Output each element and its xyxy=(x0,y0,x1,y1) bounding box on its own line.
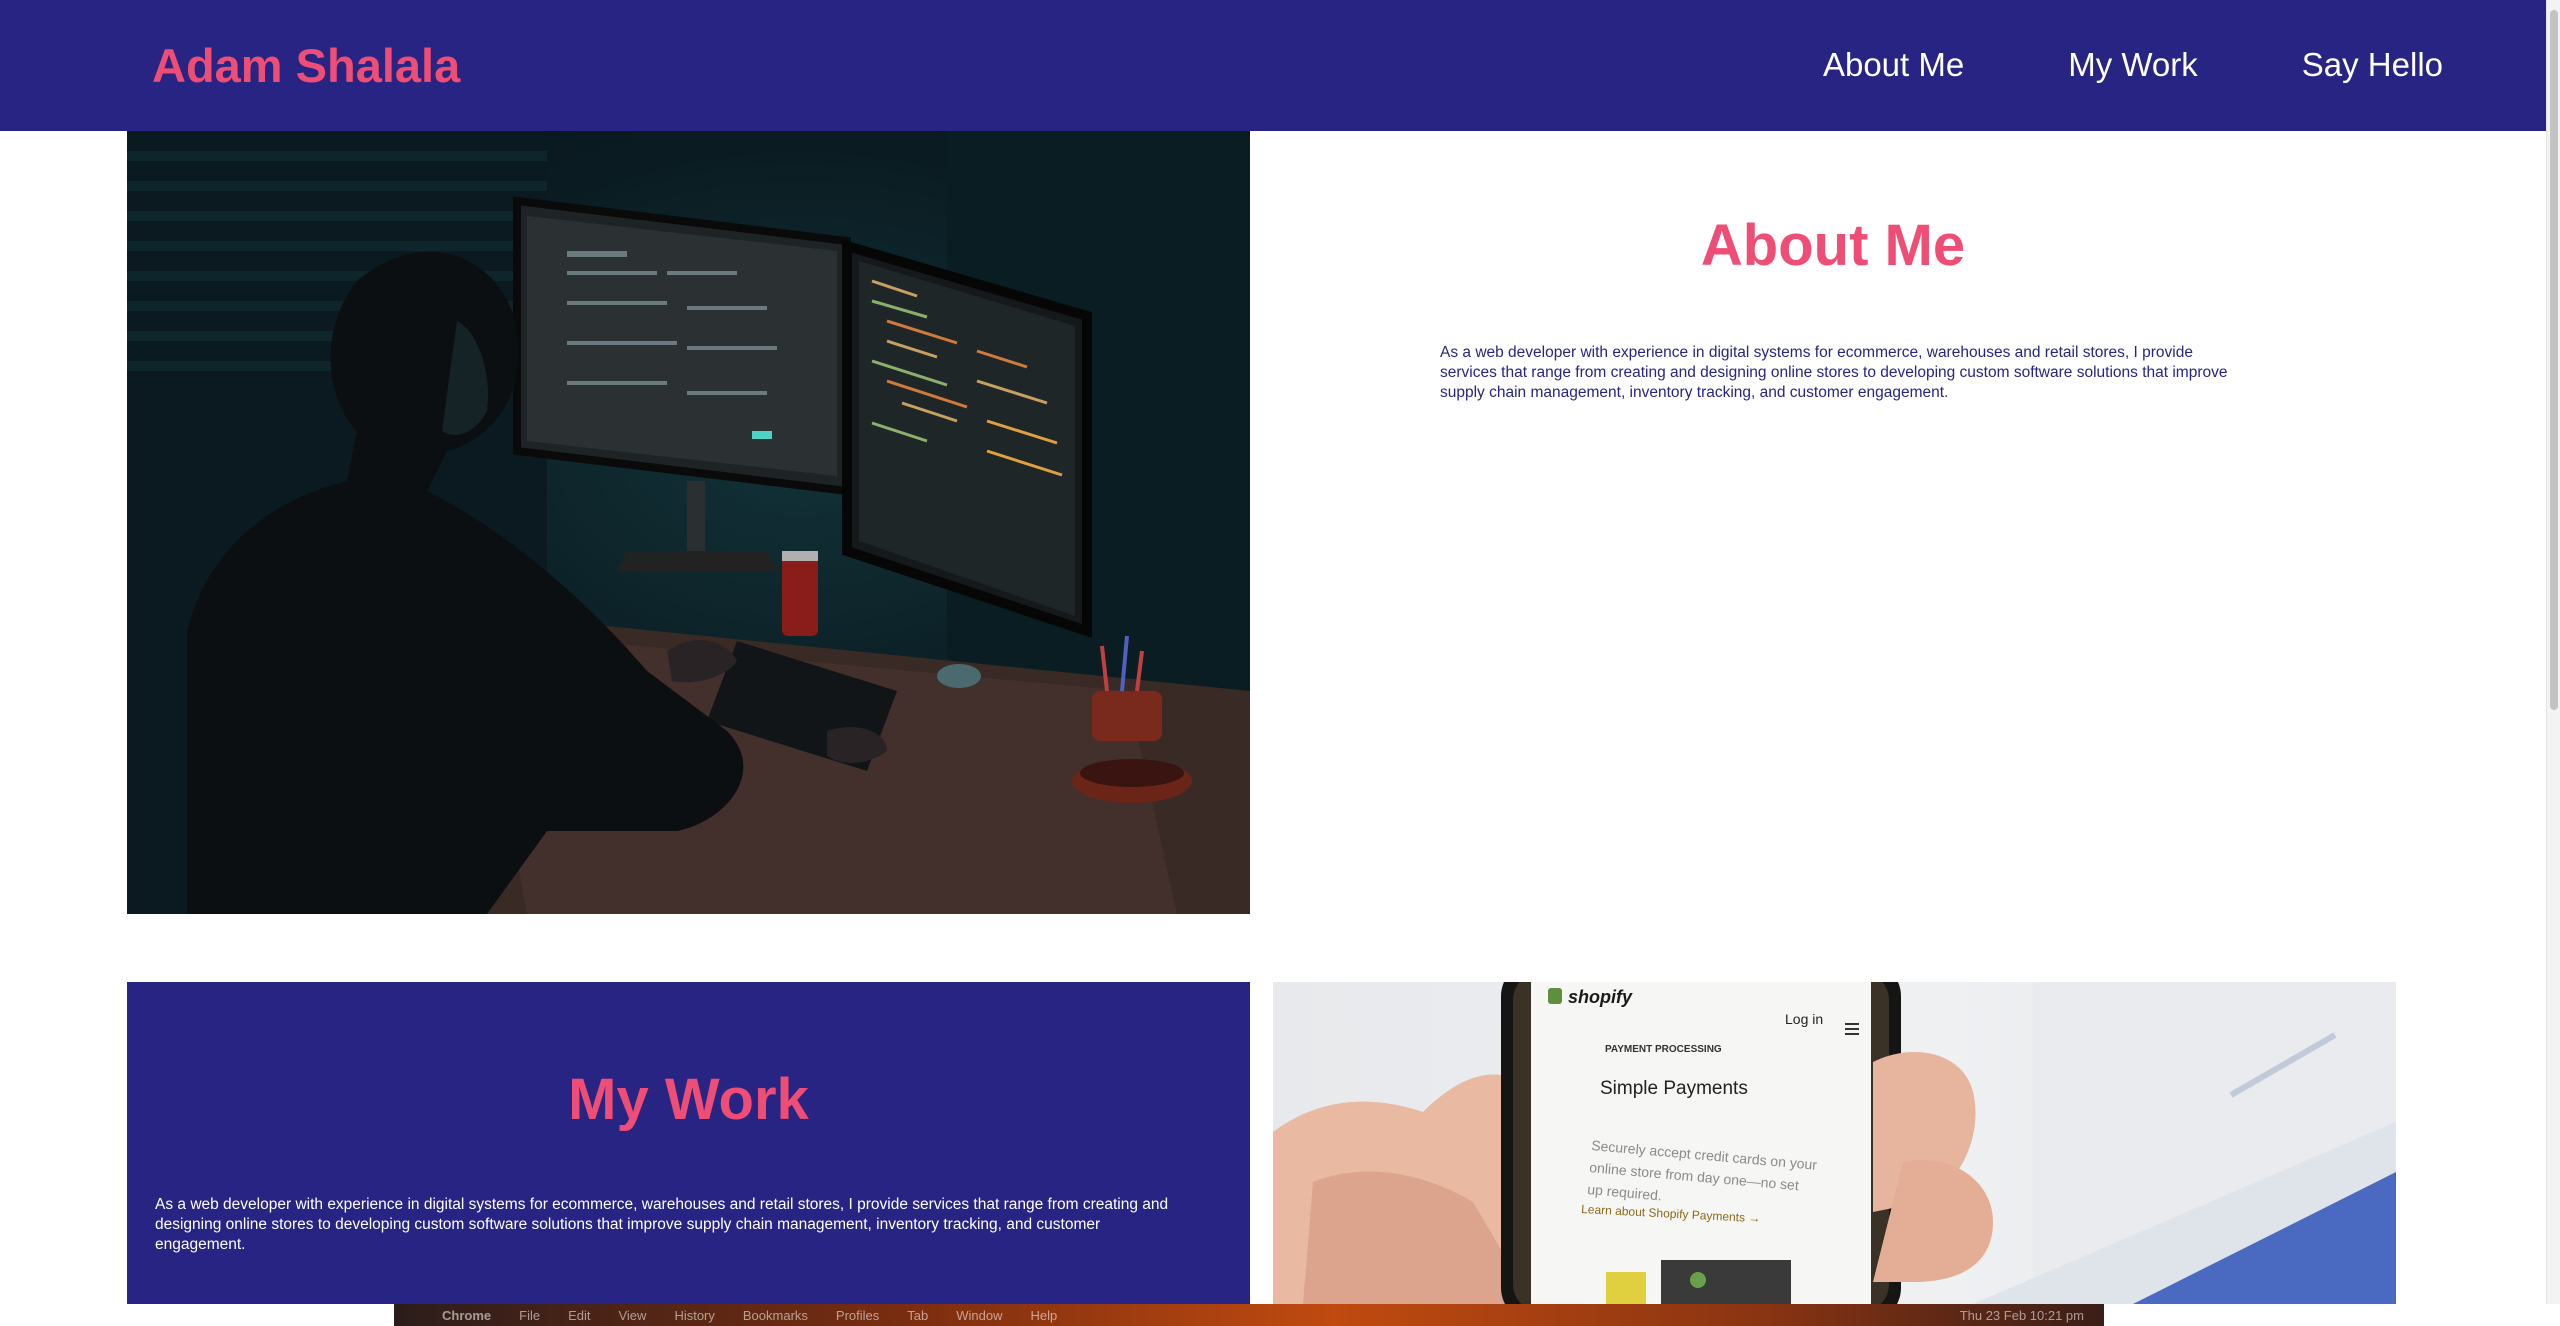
my-work-panel: My Work As a web developer with experien… xyxy=(127,982,1250,1304)
shopify-logo-text: shopify xyxy=(1568,987,1633,1007)
menubar-item-view[interactable]: View xyxy=(618,1308,646,1323)
macos-menubar: Chrome File Edit View History Bookmarks … xyxy=(394,1304,2104,1326)
menubar-item-edit[interactable]: Edit xyxy=(568,1308,590,1323)
brand-logo-link[interactable]: Adam Shalala xyxy=(152,38,460,93)
my-work-heading: My Work xyxy=(568,1067,809,1132)
scrollbar-thumb[interactable] xyxy=(2550,10,2558,710)
menubar-item-file[interactable]: File xyxy=(519,1308,540,1323)
shopify-login-text: Log in xyxy=(1785,1011,1823,1027)
about-me-heading: About Me xyxy=(1700,213,1966,278)
menubar-item-bookmarks[interactable]: Bookmarks xyxy=(743,1308,808,1323)
menubar-item-window[interactable]: Window xyxy=(956,1308,1002,1323)
site-header: Adam Shalala About Me My Work Say Hello xyxy=(0,0,2546,131)
main-nav: About Me My Work Say Hello xyxy=(1823,46,2443,84)
vertical-scrollbar[interactable] xyxy=(2546,0,2560,1304)
menubar-app-name[interactable]: Chrome xyxy=(442,1308,491,1323)
about-me-text: As a web developer with experience in di… xyxy=(1440,344,2228,401)
menubar-item-history[interactable]: History xyxy=(674,1308,714,1323)
page: Adam Shalala About Me My Work Say Hello xyxy=(0,0,2560,1326)
menubar-item-profiles[interactable]: Profiles xyxy=(836,1308,879,1323)
developer-photo xyxy=(127,131,1250,914)
menubar-clock[interactable]: Thu 23 Feb 10:21 pm xyxy=(1960,1308,2084,1323)
nav-my-work[interactable]: My Work xyxy=(2068,46,2198,84)
menubar-item-help[interactable]: Help xyxy=(1031,1308,1058,1323)
my-work-text: As a web developer with experience in di… xyxy=(155,1196,1169,1253)
shopify-heading-text: Simple Payments xyxy=(1600,1078,1748,1099)
nav-about-me[interactable]: About Me xyxy=(1823,46,1964,84)
menubar-item-tab[interactable]: Tab xyxy=(907,1308,928,1323)
shopify-section-label: PAYMENT PROCESSING xyxy=(1605,1044,1722,1055)
nav-say-hello[interactable]: Say Hello xyxy=(2302,46,2443,84)
shopify-phone-photo: shopify Log in PAYMENT PROCESSING Simple… xyxy=(1273,982,2396,1304)
